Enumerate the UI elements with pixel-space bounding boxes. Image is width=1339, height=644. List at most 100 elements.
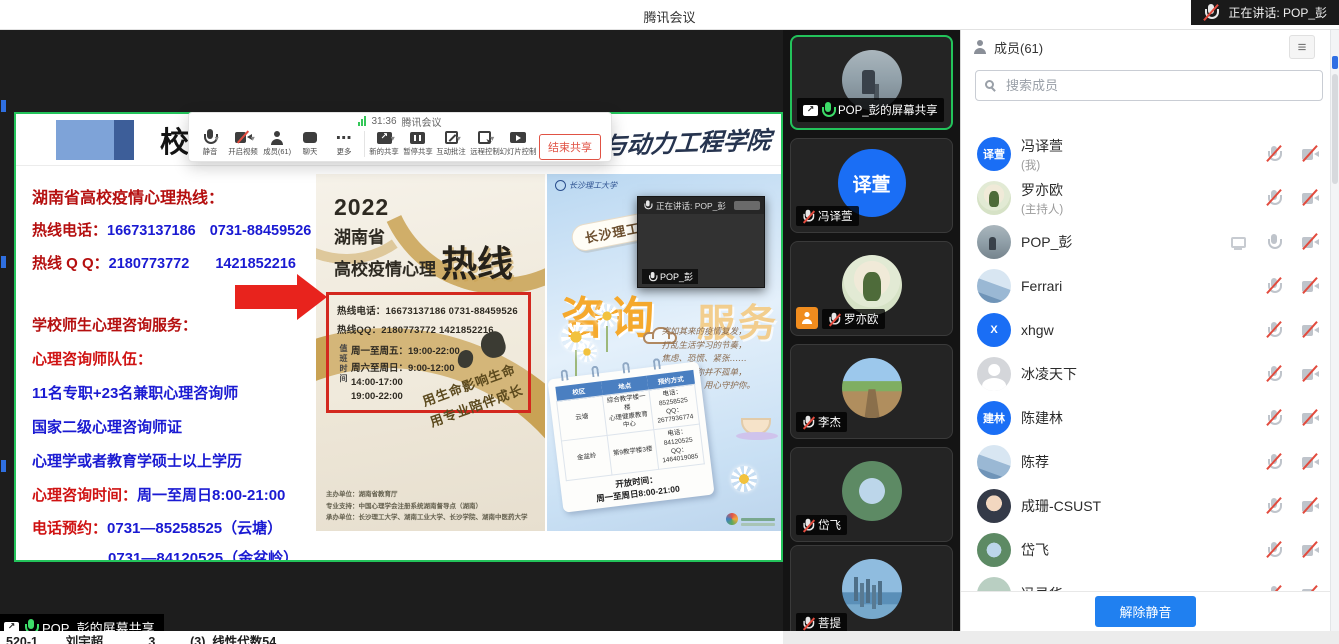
avatar — [977, 225, 1011, 259]
camera-off-icon[interactable] — [1300, 584, 1320, 591]
member-row[interactable]: Ferrari — [977, 264, 1320, 308]
member-row[interactable]: 建林 陈建林 — [977, 396, 1320, 440]
camera-off-icon[interactable] — [1300, 144, 1320, 164]
cal-r2-campus: 金盆岭 — [561, 435, 612, 480]
camera-off-icon[interactable] — [1300, 232, 1320, 252]
camera-off-icon[interactable] — [1300, 408, 1320, 428]
hotline-title: 湖南省高校疫情心理热线： — [32, 190, 324, 207]
mute-button[interactable]: 静音 — [193, 129, 227, 157]
chevron-down-icon[interactable] — [490, 134, 494, 143]
share-icon — [803, 105, 818, 116]
video-tile-luoyiou[interactable]: 罗亦欧 — [790, 241, 953, 336]
more-button[interactable]: 更多 — [327, 129, 361, 157]
daisy-flower — [577, 342, 597, 362]
member-row[interactable]: 岱飞 — [977, 528, 1320, 572]
mic-muted-icon[interactable] — [1264, 320, 1284, 340]
member-name: 罗亦欧 — [1021, 180, 1063, 200]
time-label: 心理咨询时间： — [32, 487, 137, 504]
video-thumbnail-rail: POP_彭的屏幕共享 译萱 冯译萱 罗亦欧 李杰 岱飞 菩提 — [783, 30, 960, 631]
phone-2: 0731-88459526 — [210, 223, 312, 239]
member-row[interactable]: 陈荐 — [977, 440, 1320, 484]
mic-muted-icon[interactable] — [1264, 408, 1284, 428]
member-row[interactable]: POP_彭 — [977, 220, 1320, 264]
member-row[interactable]: 译萱 冯译萱(我) — [977, 132, 1320, 176]
members-header: 成员(61) — [961, 30, 1339, 64]
member-row[interactable]: 罗亦欧(主持人) — [977, 176, 1320, 220]
members-title: 成员(61) — [994, 38, 1043, 57]
members-footer: 解除静音 — [961, 591, 1330, 631]
end-share-button[interactable]: 结束共享 — [539, 134, 601, 160]
mini-name-text: POP_彭 — [660, 270, 693, 283]
mic-muted-icon — [802, 209, 814, 223]
camera-off-icon[interactable] — [1300, 540, 1320, 560]
camera-off-icon[interactable] — [1300, 276, 1320, 296]
video-tile-puti[interactable]: 菩提 — [790, 545, 953, 631]
team-line1: 11名专职+23名兼职心理咨询师 — [32, 385, 324, 402]
poster-footer-2: 专业支持：中国心理学会注册系统湖南督导点（湖南） — [326, 501, 528, 513]
camera-off-icon[interactable] — [1300, 320, 1320, 340]
mic-muted-icon — [828, 312, 840, 326]
mic-muted-icon[interactable] — [1264, 452, 1284, 472]
chevron-down-icon[interactable] — [457, 134, 461, 143]
avatar — [977, 269, 1011, 303]
mic-muted-icon[interactable] — [1264, 276, 1284, 296]
members-icon — [973, 40, 987, 54]
mic-muted-icon[interactable] — [1264, 364, 1284, 384]
logo-circle-icon — [555, 180, 566, 191]
member-row[interactable]: X xhgw — [977, 308, 1320, 352]
mic-muted-icon[interactable] — [1264, 144, 1284, 164]
search-input[interactable] — [975, 70, 1323, 101]
panel-menu-button[interactable] — [1289, 35, 1315, 59]
member-name: 冯录华 — [1021, 584, 1063, 591]
mic-icon[interactable] — [1264, 232, 1284, 252]
start-video-button[interactable]: 开启视频 — [227, 129, 261, 157]
phone-1: 16673137186 — [107, 223, 196, 239]
window-title: 腾讯会议 — [643, 7, 695, 26]
poster-phone: 热线电话：16673137186 0731-88459526 — [337, 303, 520, 317]
chat-button[interactable]: 聊天 — [294, 129, 328, 157]
avatar: 建林 — [977, 401, 1011, 435]
mic-muted-icon[interactable] — [1264, 496, 1284, 516]
hotline-poster: 2022 湖南省 高校疫情心理 热线 热线电话：16673137186 0731… — [316, 174, 545, 531]
mic-muted-icon[interactable] — [1264, 540, 1284, 560]
camera-off-icon[interactable] — [1300, 188, 1320, 208]
mic-active-icon — [24, 617, 37, 631]
poster-province: 湖南省 — [334, 223, 545, 248]
floating-speaker-window[interactable]: 正在讲话: POP_彭 POP_彭 — [637, 196, 765, 288]
remote-control-button[interactable]: 远程控制 — [468, 129, 502, 157]
mic-muted-icon[interactable] — [1264, 188, 1284, 208]
video-tile-pop-share[interactable]: POP_彭的屏幕共享 — [790, 35, 953, 130]
toolbar-status: 31:36 腾讯会议 — [189, 113, 611, 129]
avatar — [977, 357, 1011, 391]
slide-control-button[interactable]: 幻灯片控制 — [502, 129, 536, 157]
chevron-down-icon[interactable] — [215, 134, 219, 143]
annotate-button[interactable]: 互动批注 — [435, 129, 469, 157]
member-row[interactable]: 冯录华 — [977, 572, 1320, 591]
camera-off-icon[interactable] — [1300, 452, 1320, 472]
cal-r1-booking: 电话： 85258525 QQ： 2677936774 — [649, 384, 700, 429]
member-row[interactable]: 冰凌天下 — [977, 352, 1320, 396]
booking-label: 电话预约： — [32, 520, 107, 537]
avatar — [977, 533, 1011, 567]
team-title: 心理咨询师队伍： — [32, 351, 324, 368]
video-tile-lijie[interactable]: 李杰 — [790, 344, 953, 439]
camera-off-icon[interactable] — [1300, 364, 1320, 384]
unmute-button[interactable]: 解除静音 — [1095, 596, 1195, 627]
chevron-down-icon[interactable] — [391, 134, 395, 143]
qq-label: 热线 Q Q： — [32, 255, 109, 272]
camera-off-icon[interactable] — [1300, 496, 1320, 516]
video-tile-daifei[interactable]: 岱飞 — [790, 447, 953, 542]
edge-marker — [1, 100, 6, 112]
mic-muted-icon[interactable] — [1264, 584, 1284, 591]
share-source-label: POP_彭的屏幕共享 — [0, 614, 164, 631]
members-button[interactable]: 成员(61) — [260, 129, 294, 157]
video-tile-fengyixuan[interactable]: 译萱 冯译萱 — [790, 138, 953, 233]
scrollbar[interactable] — [1330, 30, 1339, 631]
meeting-toolbar: 31:36 腾讯会议 静音 开启视频 成员(61) 聊天 更多 新的共享 暂停共… — [188, 112, 612, 162]
member-row[interactable]: 成珊-CSUST — [977, 484, 1320, 528]
toolbar-divider — [364, 131, 365, 157]
cal-r1-place: 综合教学楼一楼 心理健康教育中心 — [603, 390, 654, 435]
new-share-button[interactable]: 新的共享 — [368, 129, 402, 157]
chevron-down-icon[interactable] — [251, 134, 255, 143]
pause-share-button[interactable]: 暂停共享 — [401, 129, 435, 157]
